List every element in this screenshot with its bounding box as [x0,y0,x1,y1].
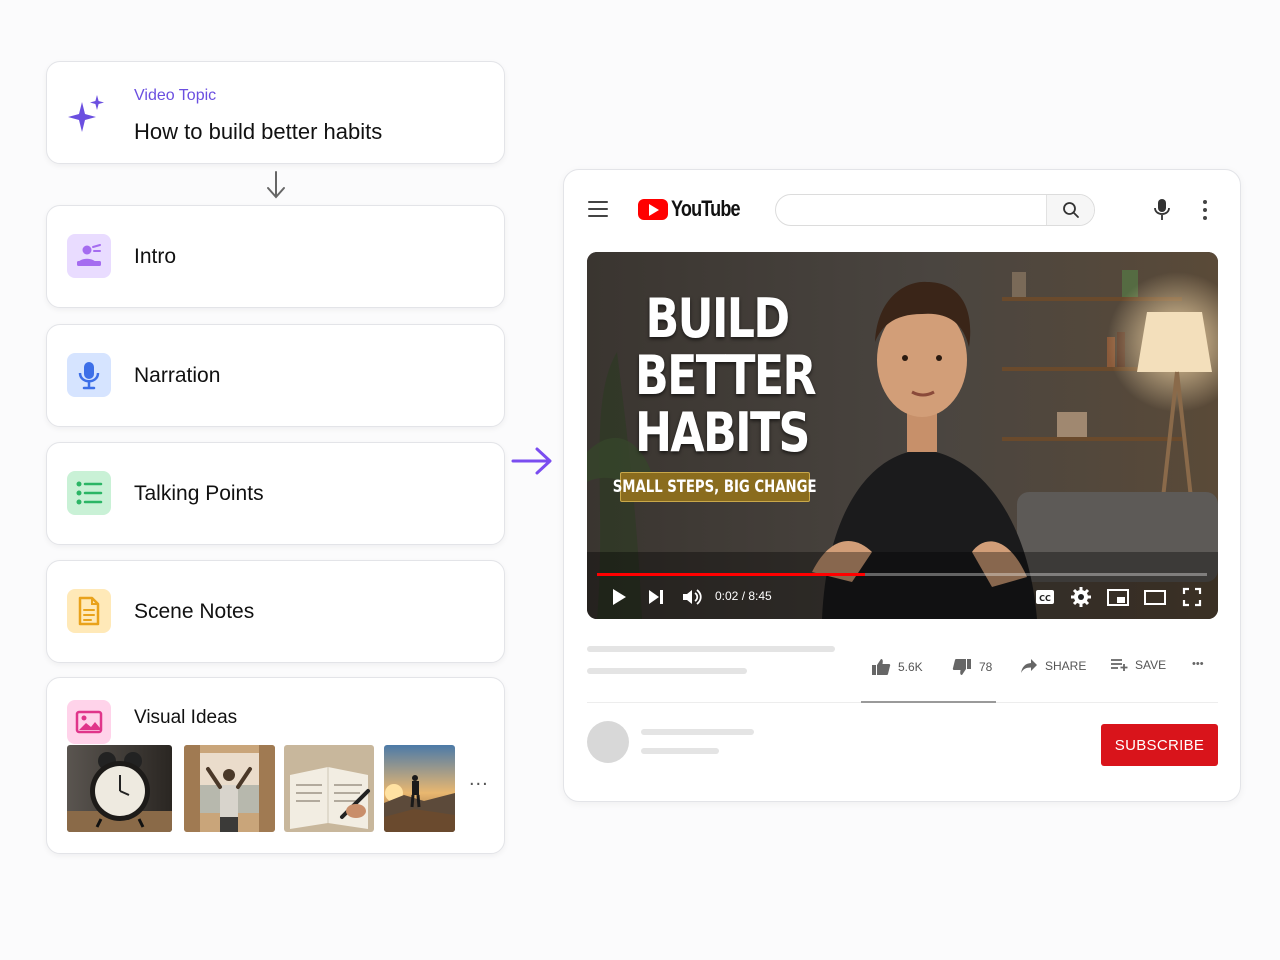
topic-eyebrow: Video Topic [134,87,217,104]
section-scene-notes[interactable]: Scene Notes [46,560,505,663]
section-narration[interactable]: Narration [46,324,505,427]
video-headline: BUILD BETTER HABITS [617,290,817,461]
more-thumbnails-icon[interactable]: ... [469,768,489,791]
search-input[interactable] [775,194,1095,226]
captions-icon[interactable]: CC [1034,586,1056,608]
thumbnail-person-at-window[interactable] [184,745,275,832]
channel-subs-placeholder [641,748,719,754]
thumbs-down-icon [952,659,971,675]
topic-title: How to build better habits [134,119,383,144]
tagline-text: SMALL STEPS, BIG CHANGE [613,477,817,497]
theater-mode-icon[interactable] [1143,586,1167,608]
subtitle-placeholder [587,668,747,674]
like-button[interactable]: 5.6K [871,658,923,676]
arrow-down-icon [267,171,285,199]
video-player[interactable]: BUILD BETTER HABITS SMALL STEPS, BIG CHA… [587,252,1218,619]
voice-search-icon[interactable] [1152,198,1172,222]
arrow-right-icon [511,447,552,475]
search-icon [1062,202,1079,218]
thumbs-up-icon [872,659,891,675]
play-icon[interactable] [611,586,627,608]
image-icon [67,700,111,744]
menu-icon[interactable] [588,200,610,218]
save-label: SAVE [1135,658,1167,672]
section-intro[interactable]: Intro [46,205,505,308]
more-options-icon[interactable] [1200,199,1210,221]
fullscreen-icon[interactable] [1181,586,1203,608]
channel-avatar[interactable] [587,721,629,763]
next-icon[interactable] [648,586,664,608]
search-button[interactable] [1046,195,1094,225]
time-display: 0:02 / 8:45 [715,589,772,603]
save-playlist-icon [1111,659,1128,671]
section-label: Talking Points [134,482,264,505]
list-icon [67,471,111,515]
youtube-play-icon [638,198,668,220]
save-button[interactable]: SAVE [1110,658,1166,672]
subscribe-button[interactable]: SUBSCRIBE [1101,724,1218,766]
settings-gear-icon[interactable] [1070,586,1092,608]
presenter-icon [67,234,111,278]
headline-line: BETTER [635,344,817,407]
share-button[interactable]: SHARE [1020,658,1086,674]
video-topic-card[interactable]: Video Topic How to build better habits [46,61,505,164]
dislike-count: 78 [979,660,993,674]
microphone-icon [67,353,111,397]
more-actions-icon[interactable]: ••• [1192,658,1204,670]
svg-text:CC: CC [1039,594,1051,603]
progress-fill [597,573,866,576]
share-label: SHARE [1045,659,1087,673]
like-count: 5.6K [898,660,923,674]
thumbnail-hiker-sunset[interactable] [384,745,455,832]
headline-line: BUILD [645,287,791,350]
thumbnail-alarm-clock[interactable] [67,745,172,832]
youtube-logo[interactable]: YouTube [638,196,755,221]
section-visual-ideas[interactable]: Visual Ideas ... [46,677,505,854]
youtube-window: YouTube BUILD BETTER HABITS SMALL STEPS,… [563,169,1241,802]
youtube-logo-text: YouTube [671,196,741,221]
miniplayer-icon[interactable] [1106,586,1130,608]
section-label: Scene Notes [134,600,255,623]
dislike-button[interactable]: 78 [952,658,992,676]
section-label: Visual Ideas [134,707,238,728]
thumbnail-journal-writing[interactable] [284,745,374,832]
document-icon [67,589,111,633]
channel-name-placeholder [641,729,754,735]
section-label: Narration [134,364,221,387]
section-label: Intro [134,245,177,268]
section-talking-points[interactable]: Talking Points [46,442,505,545]
headline-line: HABITS [635,401,810,464]
volume-icon[interactable] [681,586,703,608]
title-placeholder [587,646,835,652]
share-icon [1021,659,1037,673]
progress-bar[interactable] [597,573,1207,576]
sparkle-icon [68,95,104,132]
active-underline [861,701,996,703]
video-tagline: SMALL STEPS, BIG CHANGE [613,472,817,502]
